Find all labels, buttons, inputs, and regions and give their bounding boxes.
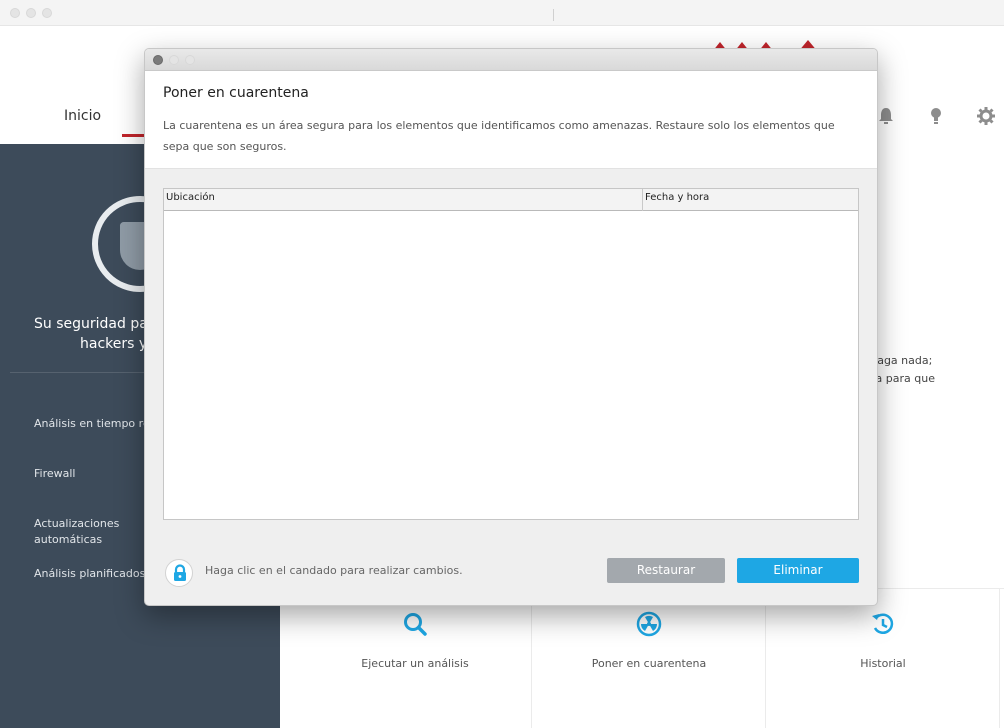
dialog-title: Poner en cuarentena: [163, 85, 309, 101]
bell-icon[interactable]: [876, 106, 896, 126]
table-header: Ubicación Fecha y hora: [164, 189, 858, 211]
quarantine-table[interactable]: Ubicación Fecha y hora: [163, 188, 859, 520]
restore-button[interactable]: Restaurar: [607, 558, 725, 583]
tile-run-scan[interactable]: Ejecutar un análisis: [298, 589, 532, 728]
sidebar-item-realtime-scan[interactable]: Análisis en tiempo re: [34, 416, 150, 432]
dialog-description: La cuarentena es un área segura para los…: [163, 119, 835, 153]
column-header-date-time[interactable]: Fecha y hora: [645, 192, 709, 203]
sidebar-item-auto-updates-line2[interactable]: automáticas: [34, 532, 102, 548]
tile-history-label: Historial: [860, 657, 906, 670]
dialog-close-button[interactable]: [153, 55, 163, 65]
lightbulb-icon[interactable]: [926, 106, 946, 126]
security-headline: Su seguridad pa: [34, 316, 148, 332]
tile-quarantine[interactable]: Poner en cuarentena: [532, 589, 766, 728]
close-window-button[interactable]: [10, 8, 20, 18]
minimize-window-button[interactable]: [26, 8, 36, 18]
delete-button[interactable]: Eliminar: [737, 558, 859, 583]
app-root: Inicio Su seguridad pa hackers y Análisi…: [0, 0, 1004, 728]
zoom-window-button[interactable]: [42, 8, 52, 18]
quarantine-dialog: Poner en cuarentena La cuarentena es un …: [144, 48, 878, 606]
search-icon: [403, 613, 427, 636]
dialog-titlebar: [145, 49, 877, 71]
quick-action-tiles: Ejecutar un análisis Poner en cuarentena…: [298, 588, 1004, 728]
sidebar-item-firewall[interactable]: Firewall: [34, 466, 75, 482]
tile-run-scan-label: Ejecutar un análisis: [361, 657, 469, 670]
security-headline-line2: hackers y: [80, 336, 148, 352]
titlebar-separator: [553, 9, 554, 21]
dialog-header: Poner en cuarentena La cuarentena es un …: [145, 71, 877, 169]
dialog-zoom-button[interactable]: [185, 55, 195, 65]
radiation-icon: [636, 611, 661, 637]
lock-button[interactable]: [165, 559, 193, 587]
sidebar-item-auto-updates[interactable]: Actualizaciones: [34, 516, 119, 532]
nav-home-tab[interactable]: Inicio: [64, 108, 101, 124]
dialog-minimize-button[interactable]: [169, 55, 179, 65]
main-window-titlebar: [0, 0, 1004, 26]
sidebar-item-scheduled-scans[interactable]: Análisis planificados: [34, 566, 145, 582]
gear-icon[interactable]: [976, 106, 996, 126]
padlock-icon: [174, 564, 186, 581]
tile-history[interactable]: Historial: [766, 589, 1000, 728]
column-header-location[interactable]: Ubicación: [166, 192, 215, 203]
history-icon: [871, 613, 893, 634]
tile-quarantine-label: Poner en cuarentena: [591, 657, 707, 670]
lock-hint-text: Haga clic en el candado para realizar ca…: [205, 564, 463, 577]
column-separator[interactable]: [642, 189, 643, 211]
